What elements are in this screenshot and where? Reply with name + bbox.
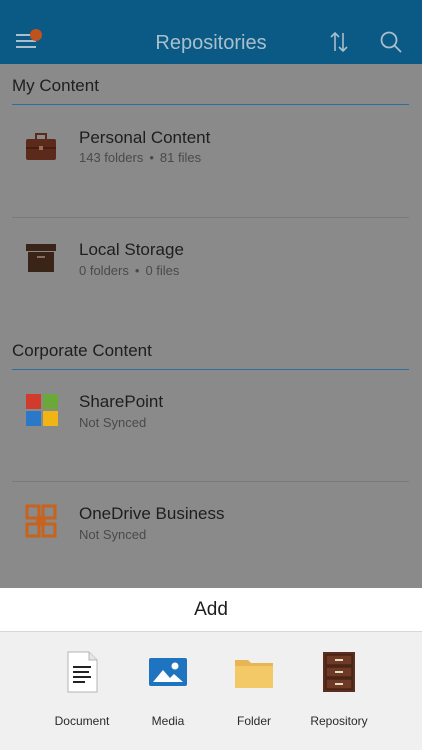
add-repository-button[interactable]: Repository: [296, 650, 382, 728]
document-icon: [67, 651, 98, 693]
onedrive-business-icon: [25, 504, 57, 538]
search-icon[interactable]: [379, 30, 403, 54]
add-sheet-title: Add: [0, 588, 422, 632]
add-option-label: Media: [151, 714, 185, 728]
add-document-button[interactable]: Document: [39, 650, 125, 728]
sort-icon[interactable]: [328, 30, 350, 54]
folder-icon: [235, 660, 273, 688]
add-option-label: Repository: [310, 714, 368, 728]
folder-count: 0 folders: [79, 263, 129, 278]
repository-name: Local Storage: [79, 240, 184, 259]
repository-list: My Content Personal Content 143 folders •…: [0, 64, 422, 588]
storage-box-icon: [26, 244, 56, 272]
add-option-label: Folder: [236, 714, 271, 728]
sync-status: Not Synced: [79, 527, 147, 542]
add-sheet: Document Media Folder Repository: [0, 632, 422, 750]
repository-name: Personal Content: [79, 128, 211, 147]
add-option-label: Document: [54, 714, 110, 728]
repository-row-local-storage[interactable]: Local Storage 0 folders • 0 files: [0, 218, 422, 328]
page-title: Repositories: [155, 32, 267, 54]
sync-status: Not Synced: [79, 415, 147, 430]
repository-stats: 143 folders • 81 files: [79, 150, 202, 165]
file-count: 0 files: [145, 263, 180, 278]
section-header-corporate-content: Corporate Content: [12, 341, 409, 370]
top-bar: Repositories: [0, 0, 422, 64]
repository-row-personal-content[interactable]: Personal Content 143 folders • 81 files: [0, 108, 422, 218]
sharepoint-icon: [26, 394, 58, 426]
section-header-my-content: My Content: [12, 76, 409, 105]
briefcase-icon: [26, 133, 56, 160]
add-folder-button[interactable]: Folder: [211, 650, 297, 728]
add-media-button[interactable]: Media: [125, 650, 211, 728]
repository-name: SharePoint: [79, 392, 164, 411]
folder-count: 143 folders: [79, 150, 144, 165]
repository-row-onedrive-business[interactable]: OneDrive Business Not Synced: [0, 482, 422, 588]
repository-stats: 0 folders • 0 files: [79, 263, 180, 278]
file-count: 81 files: [159, 150, 202, 165]
media-icon: [149, 658, 187, 686]
repository-row-sharepoint[interactable]: SharePoint Not Synced: [0, 372, 422, 482]
repository-icon: [323, 652, 355, 692]
repository-name: OneDrive Business: [79, 504, 225, 523]
